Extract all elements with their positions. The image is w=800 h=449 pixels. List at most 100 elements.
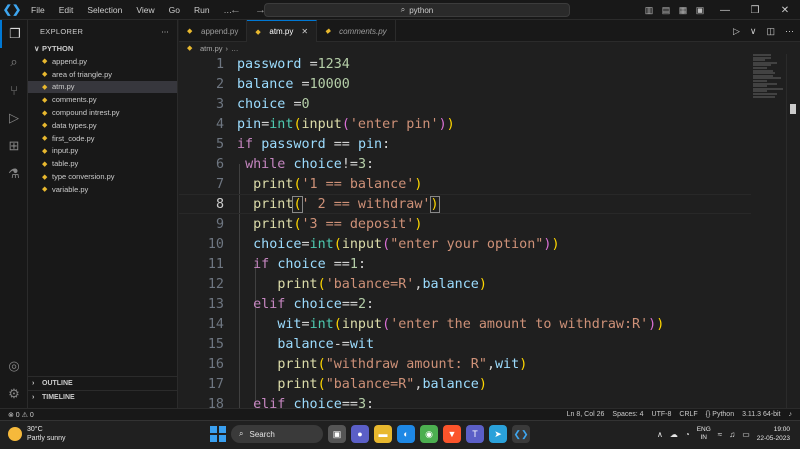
search-icon: ⌕ (400, 5, 406, 14)
encoding[interactable]: UTF-8 (652, 411, 672, 418)
indentation[interactable]: Spaces: 4 (612, 411, 643, 418)
file-label: table.py (52, 159, 79, 169)
menu-go[interactable]: Go (162, 0, 187, 20)
teams-app-icon[interactable]: T (466, 425, 484, 443)
run-debug-icon[interactable]: ▷ (0, 104, 28, 132)
taskbar-search[interactable]: ⌕ Search (231, 425, 323, 443)
line-number: 11 (207, 256, 224, 272)
tab-label: atm.py (269, 27, 294, 36)
problems-indicator[interactable]: ⊗ 0 ⚠ 0 (8, 411, 34, 419)
language-indicator[interactable]: ENG IN (697, 426, 711, 442)
battery-icon[interactable]: ▭ (742, 430, 750, 439)
customize-layout-icon[interactable]: ▣ (693, 0, 707, 20)
toggle-panel-icon[interactable]: ▤ (659, 0, 673, 20)
menu-run[interactable]: Run (187, 0, 217, 20)
file-item[interactable]: ◆ comments.py (28, 93, 177, 106)
file-item[interactable]: ◆ data types.py (28, 119, 177, 132)
brave-browser-icon[interactable]: ▼ (443, 425, 461, 443)
source-control-icon[interactable]: ⑂ (0, 76, 28, 104)
chrome-browser-icon[interactable]: ◉ (420, 425, 438, 443)
activity-bar: ❐ ⌕ ⑂ ▷ ⊞ ⚗ ◎ ⚙ (0, 20, 28, 408)
file-item[interactable]: ◆ table.py (28, 157, 177, 170)
breadcrumb-file[interactable]: atm.py (200, 44, 223, 53)
title-bar: ❮❯ File Edit Selection View Go Run … ← →… (0, 0, 800, 20)
code-line-2: 2 balance =10000 (179, 74, 751, 94)
tab-atm[interactable]: ◆ atm.py ✕ (247, 20, 318, 42)
folder-python[interactable]: ∨ PYTHON (28, 42, 177, 55)
minimap[interactable] (753, 54, 785, 114)
code-editor[interactable]: 1 password =1234 2 balance =10000 3 choi… (179, 54, 800, 408)
language-mode[interactable]: {} Python (706, 411, 734, 418)
cloud-icon[interactable]: ☁ (670, 430, 678, 439)
restore-button[interactable]: ❒ (740, 0, 770, 20)
toggle-secondary-sidebar-icon[interactable]: ▦ (676, 0, 690, 20)
outline-section[interactable]: › OUTLINE (28, 376, 178, 389)
timeline-section[interactable]: › TIMELINE (28, 390, 178, 403)
menu-file[interactable]: File (24, 0, 52, 20)
wifi-icon[interactable]: ≈ (718, 430, 722, 439)
vertical-scrollbar[interactable] (786, 54, 800, 408)
edge-browser-icon[interactable]: ◐ (397, 425, 415, 443)
file-item[interactable]: ◆ variable.py (28, 183, 177, 196)
more-actions-icon[interactable]: ⋯ (161, 27, 169, 36)
weather-temp: 30°C (27, 426, 43, 433)
code-line-14: 14 wit=int(input('enter the amount to wi… (179, 314, 751, 334)
file-item[interactable]: ◆ compound intrest.py (28, 106, 177, 119)
search-view-icon[interactable]: ⌕ (0, 48, 28, 76)
file-item[interactable]: ◆ input.py (28, 145, 177, 158)
line-number: 2 (215, 76, 224, 92)
windows-start-icon[interactable] (210, 426, 226, 442)
run-python-file-icon[interactable]: ▷ (733, 26, 740, 37)
python-file-icon: ◆ (255, 28, 261, 36)
settings-gear-icon[interactable]: ⚙ (0, 380, 28, 408)
file-explorer-icon[interactable]: ▬ (374, 425, 392, 443)
file-item[interactable]: ◆ atm.py (28, 80, 177, 94)
python-file-icon: ◆ (187, 45, 193, 52)
notifications-bell-icon[interactable]: ♪ (789, 411, 793, 418)
split-editor-icon[interactable]: ◫ (766, 26, 775, 37)
chevron-up-icon[interactable]: ∧ (657, 430, 663, 439)
command-center-search[interactable]: ⌕ python (264, 3, 570, 17)
headset-icon[interactable]: ◔ (685, 430, 690, 439)
task-view-icon[interactable]: ▣ (328, 425, 346, 443)
telegram-icon[interactable]: ➤ (489, 425, 507, 443)
menu-selection[interactable]: Selection (80, 0, 129, 20)
close-button[interactable]: ✕ (770, 0, 800, 20)
file-item[interactable]: ◆ append.py (28, 55, 177, 68)
menu-edit[interactable]: Edit (52, 0, 81, 20)
chevron-down-icon: ∨ (34, 44, 40, 53)
file-label: input.py (52, 146, 79, 156)
tab-comments[interactable]: ◆ comments.py (317, 20, 396, 42)
python-interpreter[interactable]: 3.11.3 64-bit (742, 411, 780, 418)
close-tab-icon[interactable]: ✕ (301, 27, 308, 36)
tab-append[interactable]: ◆ append.py (179, 20, 248, 42)
code-line-4: 4 pin=int(input('enter pin')) (179, 114, 751, 134)
more-actions-icon[interactable]: ⋯ (785, 26, 794, 37)
volume-icon[interactable]: ♫ (729, 430, 735, 439)
breadcrumb-rest[interactable]: … (231, 44, 239, 53)
teams-chat-icon[interactable]: ● (351, 425, 369, 443)
explorer-icon[interactable]: ❐ (0, 20, 28, 48)
vscode-taskbar-icon[interactable]: ❮❯ (512, 425, 530, 443)
account-icon[interactable]: ◎ (0, 352, 28, 380)
back-arrow-icon[interactable]: ← (230, 4, 241, 16)
cursor-position[interactable]: Ln 8, Col 26 (567, 411, 605, 418)
weather-widget[interactable]: 30°C Partly sunny (8, 425, 66, 443)
code-line-8: 8 print(' 2 == withdraw') (179, 194, 751, 214)
file-item[interactable]: ◆ first_code.py (28, 132, 177, 145)
end-of-line[interactable]: CRLF (679, 411, 697, 418)
toggle-sidebar-icon[interactable]: ▥ (642, 0, 656, 20)
chevron-right-icon: › (32, 379, 35, 387)
file-item[interactable]: ◆ area of triangle.py (28, 68, 177, 81)
minimize-button[interactable]: — (710, 0, 740, 20)
chevron-down-icon[interactable]: ∨ (750, 26, 757, 37)
extensions-icon[interactable]: ⊞ (0, 132, 28, 160)
menu-view[interactable]: View (129, 0, 161, 20)
clock[interactable]: 19:00 22-05-2023 (757, 425, 790, 443)
file-item[interactable]: ◆ type conversion.py (28, 170, 177, 183)
menu-bar: File Edit Selection View Go Run … (24, 0, 239, 20)
testing-icon[interactable]: ⚗ (0, 160, 28, 188)
vscode-logo-icon: ❮❯ (2, 4, 22, 16)
command-center-text: python (409, 5, 434, 15)
python-file-icon: ◆ (42, 186, 48, 194)
